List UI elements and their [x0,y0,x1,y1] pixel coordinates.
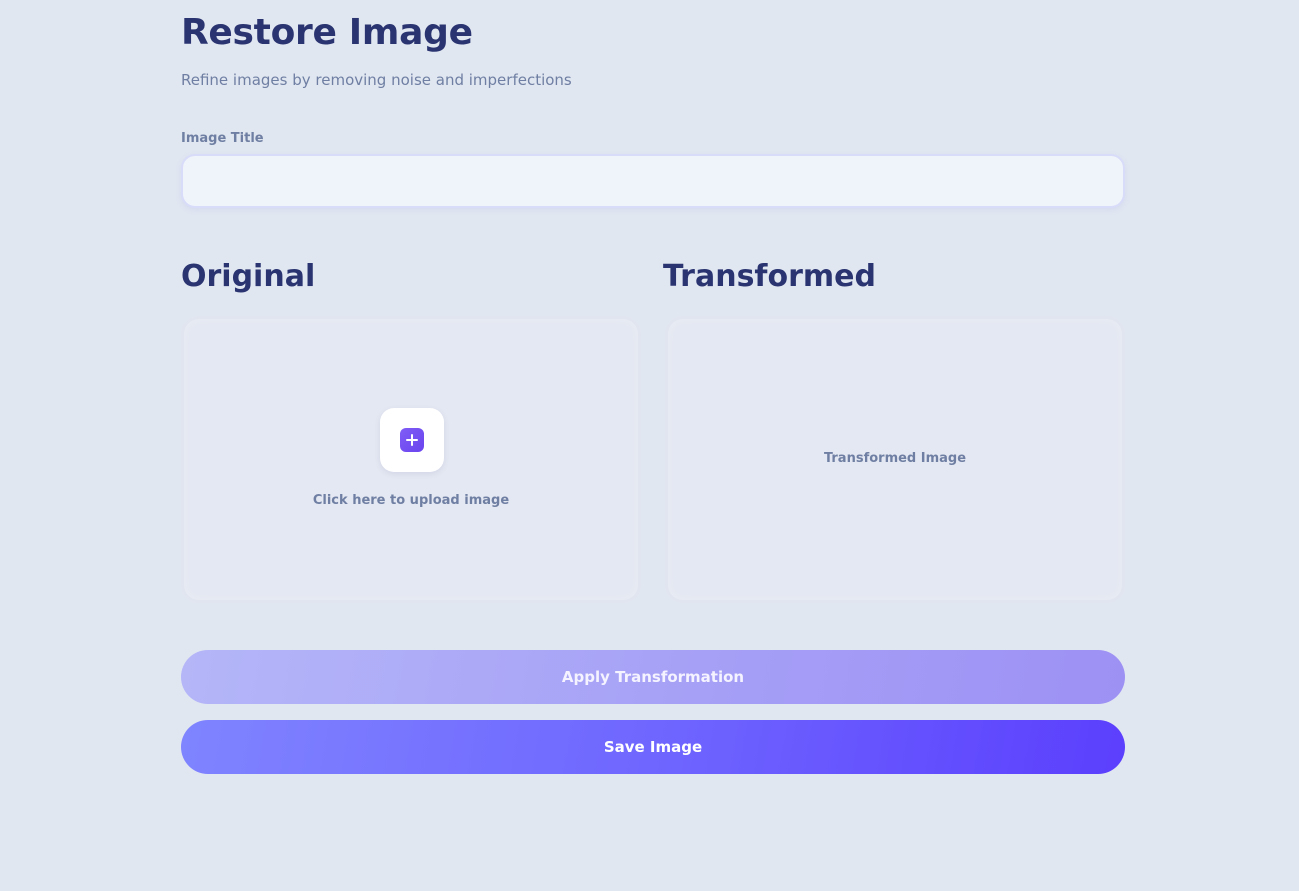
transformed-image-placeholder: Transformed Image [823,451,967,466]
upload-button[interactable] [380,408,444,472]
transformed-heading: Transformed [663,259,876,294]
upload-hint-text: Click here to upload image [312,493,510,508]
apply-transformation-button[interactable]: Apply Transformation [181,650,1125,704]
page-subtitle: Refine images by removing noise and impe… [181,71,572,89]
image-title-input[interactable] [181,154,1125,208]
plus-icon [400,428,424,452]
page-title: Restore Image [181,12,473,53]
upload-image-dropzone[interactable]: Click here to upload image [181,316,641,603]
page: Restore Image Refine images by removing … [0,0,1299,891]
transformed-image-panel: Transformed Image [665,316,1125,603]
save-image-button[interactable]: Save Image [181,720,1125,774]
image-title-label: Image Title [181,131,264,146]
original-heading: Original [181,259,316,294]
